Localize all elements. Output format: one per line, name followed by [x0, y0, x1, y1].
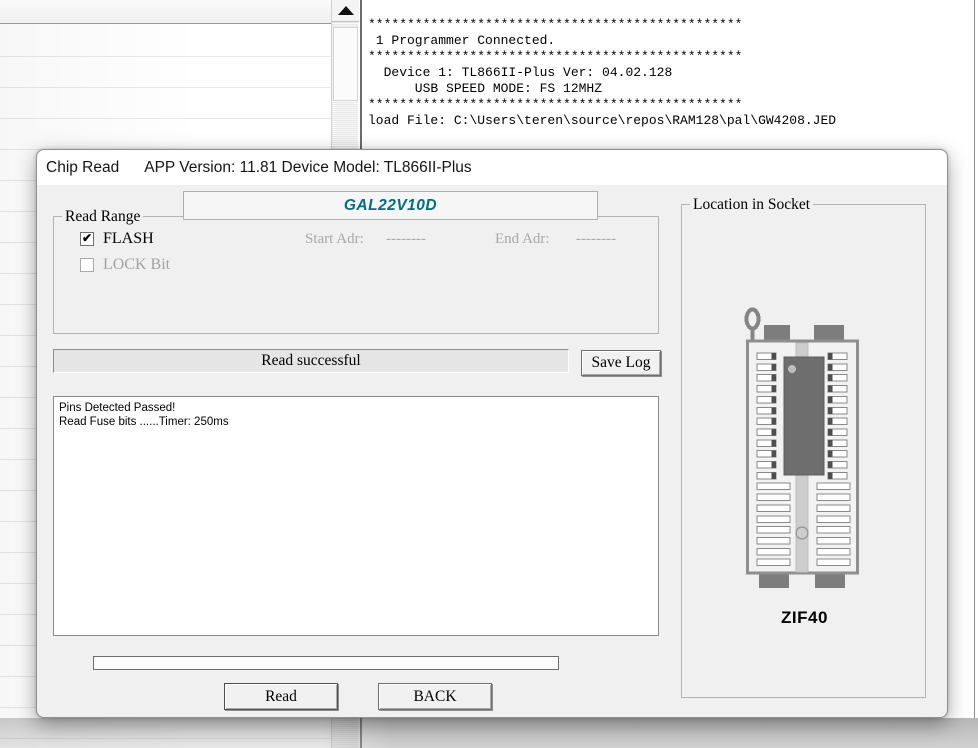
- location-in-socket-label: Location in Socket: [690, 196, 813, 214]
- lock-bit-check-row: LOCK Bit: [80, 256, 170, 274]
- progress-bar: [93, 656, 559, 670]
- lock-bit-checkbox: [80, 258, 94, 272]
- scrollbar-up-button[interactable]: [332, 0, 359, 22]
- dialog-title-info: APP Version: 11.81 Device Model: TL866II…: [144, 159, 471, 177]
- console-log-text: ****************************************…: [362, 0, 974, 129]
- socket-name-label: ZIF40: [742, 608, 867, 628]
- back-button[interactable]: BACK: [378, 683, 492, 710]
- flash-check-row[interactable]: FLASH: [80, 230, 154, 248]
- operation-log-text: Pins Detected Passed! Read Fuse bits ...…: [54, 397, 658, 433]
- operation-log-area: Pins Detected Passed! Read Fuse bits ...…: [53, 396, 659, 636]
- dialog-title: Chip Read: [46, 159, 119, 177]
- end-adr-value: --------: [576, 231, 616, 248]
- status-message-bar: Read successful: [53, 349, 569, 373]
- chip-read-dialog: Chip Read APP Version: 11.81 Device Mode…: [36, 149, 948, 718]
- window-bottom-strip: [0, 718, 978, 748]
- device-list-header: [0, 0, 358, 24]
- flash-checkbox-label: FLASH: [103, 230, 154, 248]
- app-screen: ****************************************…: [0, 0, 978, 748]
- end-adr-label: End Adr:: [495, 231, 550, 248]
- flash-checkbox[interactable]: [80, 232, 94, 246]
- arrow-up-icon: [338, 6, 354, 15]
- read-button[interactable]: Read: [224, 683, 338, 710]
- scrollbar-thumb[interactable]: [333, 27, 358, 101]
- zif-socket-icon: [742, 305, 867, 600]
- chip-name-banner: GAL22V10D: [183, 191, 598, 220]
- save-log-button[interactable]: Save Log: [581, 350, 661, 376]
- read-range-group-label: Read Range: [62, 208, 143, 226]
- start-adr-value: --------: [386, 231, 426, 248]
- start-adr-label: Start Adr:: [305, 231, 364, 248]
- dialog-titlebar[interactable]: Chip Read APP Version: 11.81 Device Mode…: [37, 150, 947, 185]
- lock-bit-checkbox-label: LOCK Bit: [103, 256, 170, 274]
